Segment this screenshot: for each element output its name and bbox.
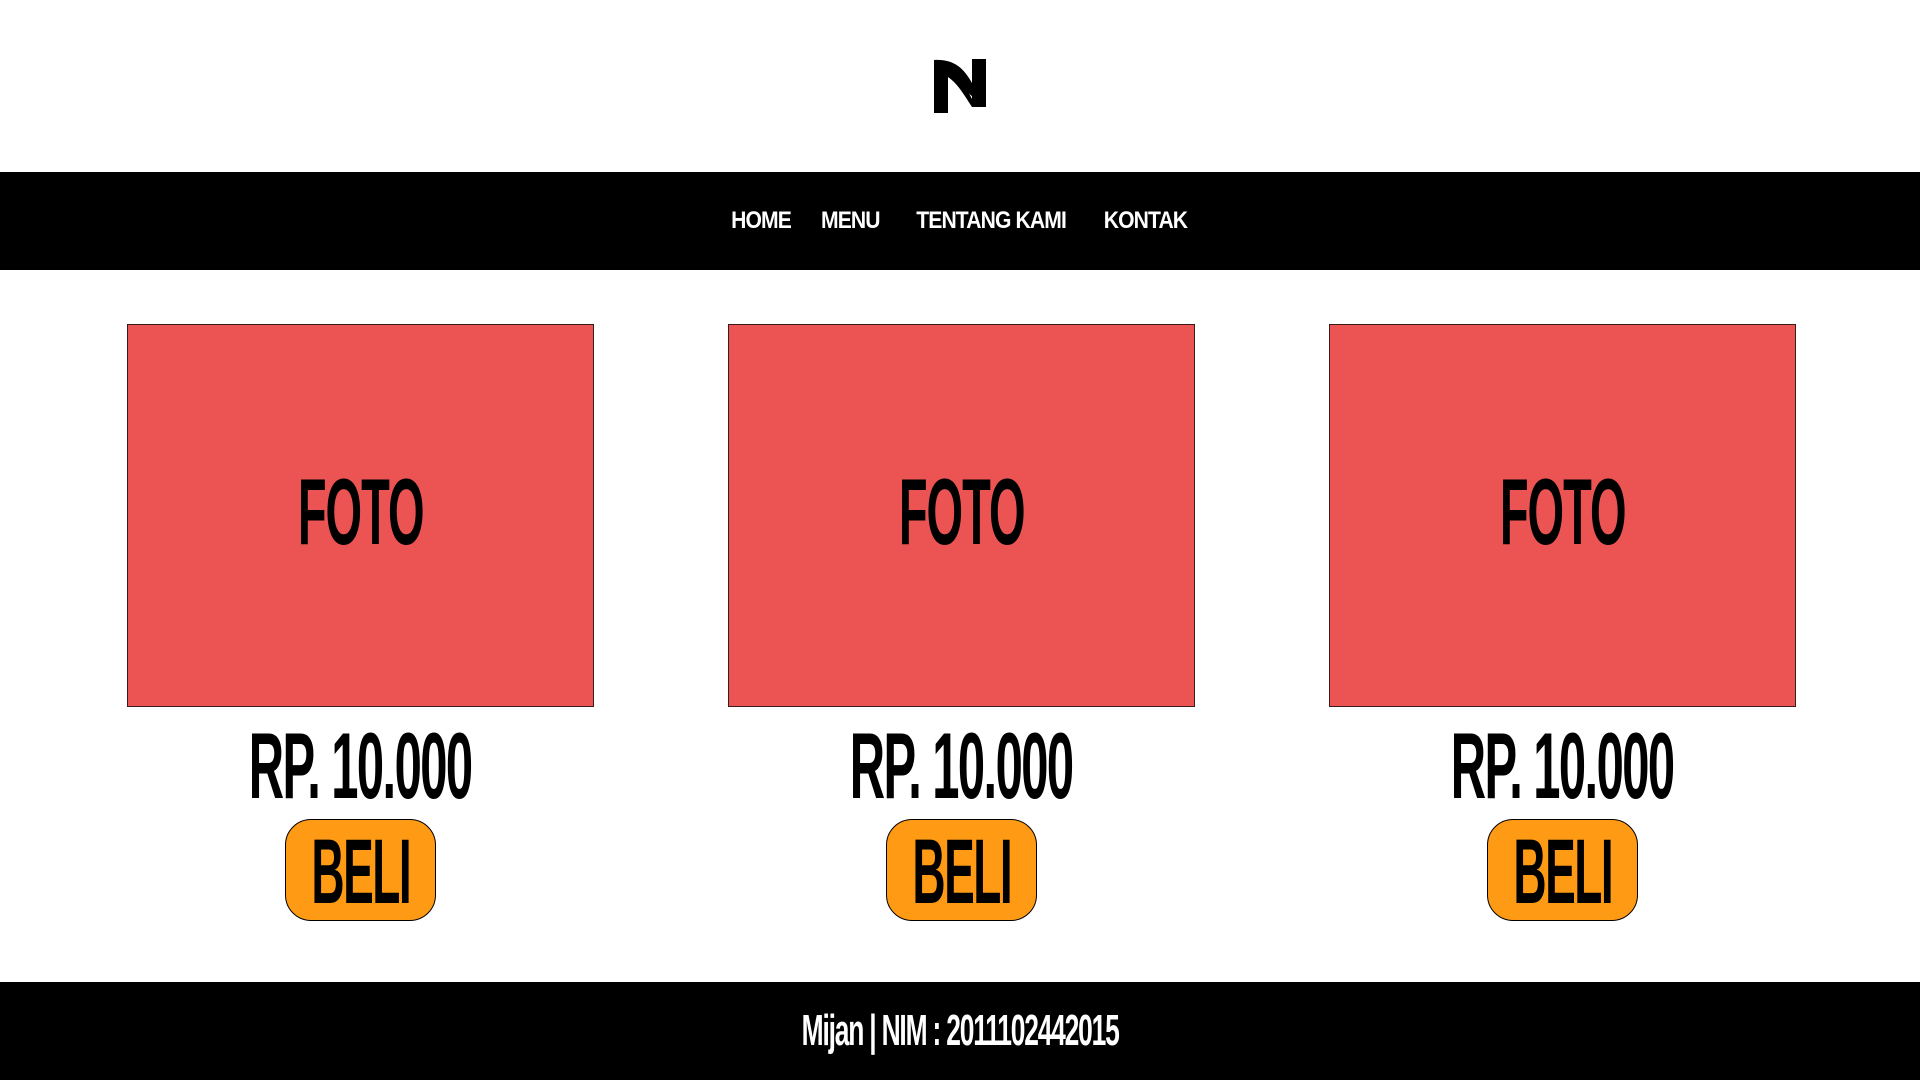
main-nav: HOME MENU TENTANG KAMI KONTAK	[0, 172, 1920, 270]
product-photo-label: FOTO	[898, 458, 1026, 564]
product-photo: FOTO	[1329, 324, 1796, 707]
buy-button-label: BELI	[912, 821, 1012, 923]
buy-button-label: BELI	[1513, 821, 1613, 923]
product-photo: FOTO	[127, 324, 594, 707]
product-photo-label: FOTO	[297, 458, 425, 564]
product-list: FOTO RP. 10.000 BELI FOTO RP. 10.000 BEL…	[0, 270, 1920, 982]
buy-button[interactable]: BELI	[1487, 819, 1638, 921]
site-header	[0, 0, 1920, 172]
nav-tentang-kami[interactable]: TENTANG KAMI	[916, 207, 1067, 235]
product-price: RP. 10.000	[728, 713, 1195, 818]
site-footer: Mijan | NIM : 2011102442015	[0, 982, 1920, 1080]
nav-kontak[interactable]: KONTAK	[1104, 207, 1188, 235]
nav-menu[interactable]: MENU	[821, 207, 881, 235]
footer-credit: Mijan | NIM : 2011102442015	[801, 1006, 1120, 1055]
product-price-text: RP. 10.000	[1451, 713, 1675, 818]
product-price-text: RP. 10.000	[249, 713, 473, 818]
nav-home[interactable]: HOME	[731, 207, 792, 235]
product-price: RP. 10.000	[1329, 713, 1796, 818]
product-price: RP. 10.000	[127, 713, 594, 818]
buy-button[interactable]: BELI	[886, 819, 1037, 921]
buy-button-label: BELI	[311, 821, 411, 923]
product-photo-label: FOTO	[1499, 458, 1627, 564]
product-price-text: RP. 10.000	[850, 713, 1074, 818]
page: HOME MENU TENTANG KAMI KONTAK FOTO RP. 1…	[0, 0, 1920, 1080]
product-photo: FOTO	[728, 324, 1195, 707]
product-card: FOTO RP. 10.000 BELI	[127, 324, 594, 921]
product-card: FOTO RP. 10.000 BELI	[728, 324, 1195, 921]
n-logo-icon[interactable]	[933, 59, 987, 113]
buy-button[interactable]: BELI	[285, 819, 436, 921]
product-card: FOTO RP. 10.000 BELI	[1329, 324, 1796, 921]
